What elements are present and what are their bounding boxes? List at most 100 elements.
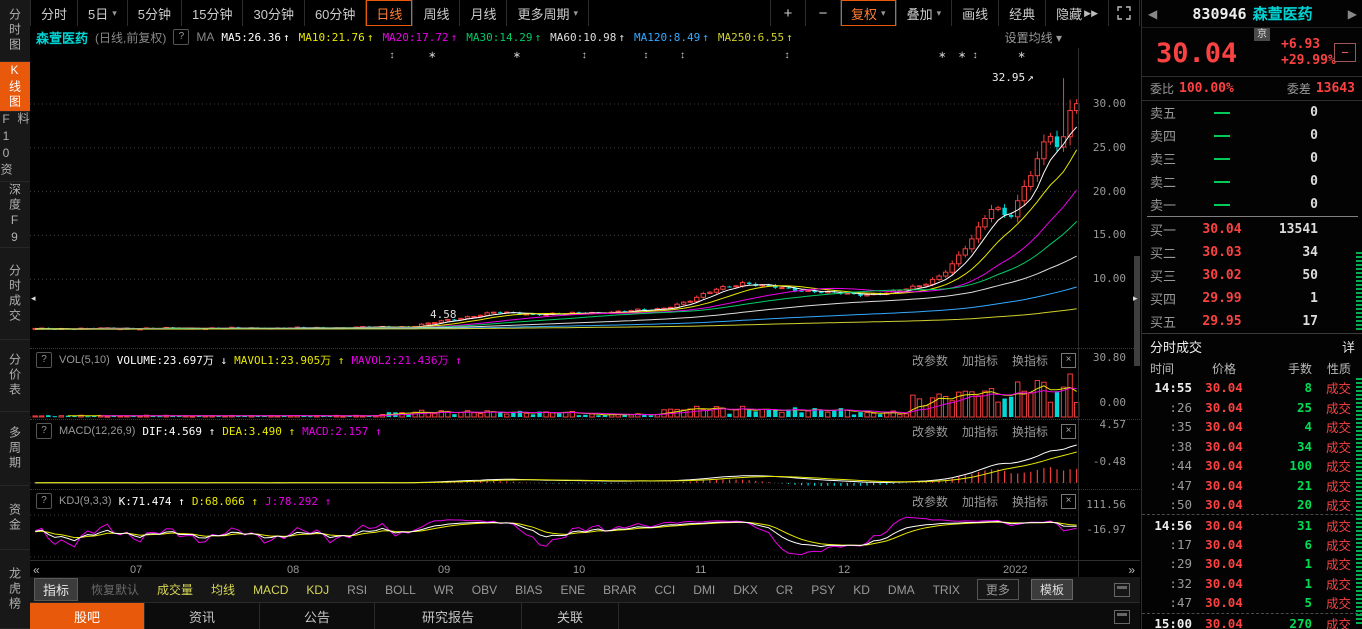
help-icon[interactable]: ? <box>36 423 52 439</box>
indicator-item-8[interactable]: BOLL <box>376 583 425 597</box>
indicator-item-14[interactable]: CCI <box>646 583 685 597</box>
indicator-item-21[interactable]: TRIX <box>924 583 969 597</box>
tab-3[interactable]: 公告 <box>260 603 375 629</box>
indicator-item-12[interactable]: ENE <box>551 583 594 597</box>
tab-2[interactable]: 资讯 <box>145 603 260 629</box>
indicator-item-16[interactable]: DKX <box>724 583 767 597</box>
close-icon[interactable]: × <box>1061 424 1076 439</box>
next-stock-icon[interactable]: ▶ <box>1348 7 1357 21</box>
kdj-action-3[interactable]: 换指标 <box>1012 493 1048 510</box>
fullscreen-icon[interactable] <box>1109 0 1140 26</box>
indicator-item-6[interactable]: KDJ <box>297 583 338 597</box>
sidebar-item-1[interactable]: 分时图 <box>0 0 30 62</box>
macd-panel[interactable] <box>30 442 1140 489</box>
event-star-marker[interactable]: ∗ <box>938 51 946 61</box>
kdj-panel[interactable] <box>30 512 1140 560</box>
period-button-5[interactable]: 30分钟 <box>243 0 304 26</box>
sidebar-item-5[interactable]: 分时成交 <box>0 248 30 340</box>
tool-button-6[interactable]: 经典 <box>999 0 1046 26</box>
tick-row[interactable]: :4430.04100成交 <box>1142 456 1362 475</box>
sidebar-item-7[interactable]: 多周期 <box>0 412 30 486</box>
tick-row[interactable]: :4730.0421成交 <box>1142 475 1362 494</box>
help-icon[interactable]: ? <box>36 493 52 509</box>
event-dividend-marker[interactable]: ↕ <box>389 51 394 61</box>
sidebar-item-8[interactable]: 资金 <box>0 486 30 550</box>
indicator-item-2[interactable]: 恢复默认 <box>82 581 148 598</box>
vol-action-3[interactable]: 换指标 <box>1012 352 1048 369</box>
event-dividend-marker[interactable]: ↕ <box>784 51 789 61</box>
event-dividend-marker[interactable]: ↕ <box>973 51 978 61</box>
sidebar-item-2[interactable]: K线图 <box>0 62 30 112</box>
tick-row[interactable]: 15:0030.04270成交 <box>1142 613 1362 629</box>
indicator-item-15[interactable]: DMI <box>684 583 724 597</box>
tick-row[interactable]: :4730.045成交 <box>1142 593 1362 612</box>
scroll-right-icon[interactable]: » <box>1128 563 1135 577</box>
tick-row[interactable]: :1730.046成交 <box>1142 535 1362 554</box>
indicator-item-4[interactable]: 均线 <box>202 581 244 598</box>
collapse-left-icon[interactable]: ◂ <box>31 293 36 304</box>
main-kline-chart[interactable]: 32.95↗ 4.58 30.0025.0020.0015.0010.00↕∗∗… <box>30 48 1140 348</box>
tick-detail-button[interactable]: 详 <box>1342 337 1355 356</box>
period-button-4[interactable]: 15分钟 <box>182 0 243 26</box>
indicator-item-22[interactable]: 更多 <box>977 579 1019 600</box>
chart-panel-scrollbar[interactable] <box>1134 256 1140 366</box>
indicator-item-19[interactable]: KD <box>844 583 879 597</box>
sidebar-item-3[interactable]: F10资料 <box>0 112 30 182</box>
indicator-item-5[interactable]: MACD <box>244 583 297 597</box>
indicator-item-18[interactable]: PSY <box>802 583 844 597</box>
indicator-item-17[interactable]: CR <box>767 583 802 597</box>
tool-button-3[interactable]: 复权▾ <box>841 0 897 26</box>
period-button-8[interactable]: 周线 <box>413 0 460 26</box>
indicator-item-23[interactable]: 模板 <box>1031 579 1073 600</box>
tool-button-7[interactable]: 隐藏▶▶ <box>1046 0 1109 26</box>
indicator-item-7[interactable]: RSI <box>338 583 376 597</box>
close-icon[interactable]: × <box>1061 494 1076 509</box>
tab-1[interactable]: 股吧 <box>30 603 145 629</box>
help-icon[interactable]: ? <box>36 352 52 368</box>
kline-canvas[interactable] <box>30 48 1140 348</box>
tick-row[interactable]: :3530.044成交 <box>1142 417 1362 436</box>
collapse-right-icon[interactable]: ▸ <box>1133 293 1138 304</box>
kdj-action-1[interactable]: 改参数 <box>912 493 948 510</box>
period-button-9[interactable]: 月线 <box>460 0 507 26</box>
tick-row[interactable]: :2930.041成交 <box>1142 554 1362 573</box>
tool-button-2[interactable]: − <box>806 0 841 26</box>
event-star-marker[interactable]: ∗ <box>513 51 521 61</box>
event-dividend-marker[interactable]: ↕ <box>643 51 648 61</box>
vol-action-2[interactable]: 加指标 <box>962 352 998 369</box>
macd-action-3[interactable]: 换指标 <box>1012 423 1048 440</box>
period-button-1[interactable]: 分时 <box>30 0 78 26</box>
prev-stock-icon[interactable]: ◀ <box>1148 7 1157 21</box>
layout-icon[interactable] <box>1114 583 1130 597</box>
sidebar-item-4[interactable]: 深度F9 <box>0 182 30 248</box>
period-button-6[interactable]: 60分钟 <box>305 0 366 26</box>
tool-button-4[interactable]: 叠加▾ <box>897 0 953 26</box>
depth-scrollbar[interactable] <box>1356 252 1362 330</box>
vol-panel[interactable] <box>30 371 1140 419</box>
tick-row[interactable]: 14:5630.0431成交 <box>1142 514 1362 534</box>
tick-scrollbar[interactable] <box>1356 378 1362 624</box>
tick-row[interactable]: :5030.0420成交 <box>1142 495 1362 514</box>
indicator-item-13[interactable]: BRAR <box>594 583 645 597</box>
indicator-item-9[interactable]: WR <box>425 583 463 597</box>
period-button-10[interactable]: 更多周期▾ <box>507 0 589 26</box>
tick-table[interactable]: 14:5530.048成交:2630.0425成交:3530.044成交:383… <box>1142 378 1362 629</box>
help-icon[interactable]: ? <box>173 29 189 45</box>
tab-4[interactable]: 研究报告 <box>375 603 522 629</box>
indicator-item-11[interactable]: BIAS <box>506 583 551 597</box>
event-star-marker[interactable]: ∗ <box>958 51 966 61</box>
tick-row[interactable]: :3830.0434成交 <box>1142 436 1362 455</box>
sidebar-item-6[interactable]: 分价表 <box>0 340 30 412</box>
scroll-left-icon[interactable]: « <box>33 563 40 577</box>
tool-button-5[interactable]: 画线 <box>952 0 999 26</box>
event-dividend-marker[interactable]: ↕ <box>680 51 685 61</box>
minimize-button[interactable]: − <box>1334 43 1356 62</box>
tick-row[interactable]: :3230.041成交 <box>1142 574 1362 593</box>
tool-button-1[interactable]: + <box>770 0 806 26</box>
tick-row[interactable]: :2630.0425成交 <box>1142 397 1362 416</box>
indicator-item-1[interactable]: 指标 <box>34 578 78 601</box>
macd-action-1[interactable]: 改参数 <box>912 423 948 440</box>
panel-icon[interactable] <box>1114 610 1130 624</box>
vol-action-1[interactable]: 改参数 <box>912 352 948 369</box>
macd-action-2[interactable]: 加指标 <box>962 423 998 440</box>
